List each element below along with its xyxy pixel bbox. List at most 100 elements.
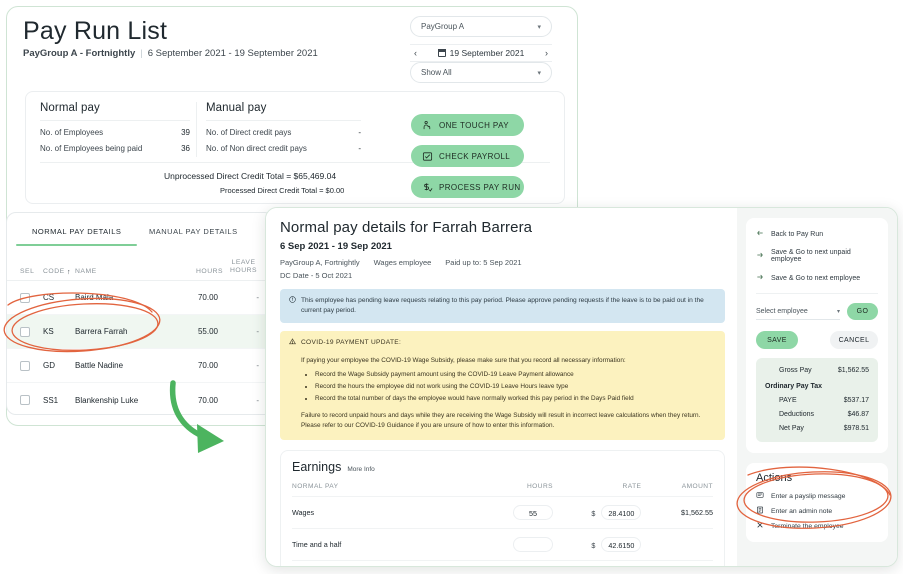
go-button[interactable]: GO: [847, 303, 878, 320]
process-pay-run-label: PROCESS PAY RUN: [439, 182, 521, 192]
sidebar-separator: [756, 293, 878, 294]
net-pay-label: Net Pay: [779, 425, 804, 432]
action-label: Enter an admin note: [771, 507, 833, 515]
row-checkbox[interactable]: [20, 326, 30, 337]
page-subtitle: PayGroup A - Fortnightly | 6 September 202…: [23, 48, 318, 59]
earnings-header: Earnings More Info: [292, 460, 713, 474]
paye-row: PAYE $537.17: [765, 397, 869, 404]
paye-value: $537.17: [843, 397, 869, 404]
rate-input[interactable]: 42.6150: [601, 536, 642, 552]
arrow-left-icon: [756, 229, 764, 239]
gross-pay-label: Gross Pay: [779, 367, 812, 374]
earnings-row-hours-cell: [489, 528, 553, 561]
actions-card: Actions Enter a payslip message Enter an…: [746, 463, 888, 542]
show-filter-value: Show All: [421, 68, 452, 77]
warning-list-item: Record the Wage Subsidy payment amount u…: [315, 370, 716, 380]
info-icon: [289, 296, 296, 316]
earnings-more-info-link[interactable]: More Info: [347, 466, 374, 473]
warning-intro: If paying your employee the COVID-19 Wag…: [301, 357, 626, 364]
enter-payslip-message-action[interactable]: Enter a payslip message: [756, 491, 878, 501]
column-header-leave-hours: LEAVE HOURS: [230, 259, 257, 275]
row-hours: 70.00: [197, 395, 218, 405]
rate-input[interactable]: 28.4100: [601, 504, 642, 520]
date-value: 19 September 2021: [449, 48, 525, 58]
earnings-row-amount: [641, 528, 713, 561]
column-header-hours: HOURS: [196, 268, 224, 275]
save-next-employee-link[interactable]: Save & Go to next employee: [756, 273, 878, 283]
earnings-row-hours-cell: 55: [489, 496, 553, 529]
back-to-pay-run-link[interactable]: Back to Pay Run: [756, 229, 878, 239]
subtitle-paygroup: PayGroup A - Fortnightly: [23, 48, 136, 59]
enter-admin-note-action[interactable]: Enter an admin note: [756, 506, 878, 516]
net-pay-row: Net Pay $978.51: [765, 425, 869, 432]
totals-spacer: [765, 404, 869, 411]
row-value: -: [358, 128, 361, 137]
table-row[interactable]: CS Baird Maia 70.00 -: [7, 281, 273, 315]
column-header-code[interactable]: CODE: [43, 268, 65, 275]
pending-leave-info-banner: This employee has pending leave requests…: [280, 289, 725, 323]
warning-list-item: Record the hours the employee did not wo…: [315, 382, 716, 392]
row-value: 36: [181, 144, 190, 153]
prev-period-button[interactable]: ‹: [410, 48, 421, 58]
select-employee-row: Select employee ▾ GO: [756, 303, 878, 320]
hours-input[interactable]: [513, 536, 553, 552]
next-period-button[interactable]: ›: [541, 48, 552, 58]
meta-paid-up-to: Paid up to: 5 Sep 2021: [445, 258, 522, 267]
detail-main-column: Normal pay details for Farrah Barrera 6 …: [266, 208, 739, 566]
column-header-amount: AMOUNT: [641, 482, 713, 497]
detail-dc-date: DC Date - 5 Oct 2021: [280, 271, 353, 280]
gross-pay-value: $1,562.55: [837, 367, 869, 374]
row-value: -: [358, 144, 361, 153]
column-header-sel: SEL: [20, 268, 35, 275]
show-filter-select[interactable]: Show All ▾: [410, 62, 552, 83]
hours-input[interactable]: 55: [513, 504, 553, 520]
row-checkbox[interactable]: [20, 395, 30, 405]
page-title: Pay Run List: [23, 17, 168, 45]
terminate-employee-action[interactable]: Terminate the employee: [756, 521, 878, 531]
table-row[interactable]: GD Battle Nadine 70.00 -: [7, 349, 273, 383]
currency-symbol: $: [591, 508, 596, 518]
pay-details-tabs: NORMAL PAY DETAILS MANUAL PAY DETAILS: [7, 221, 273, 249]
check-payroll-button[interactable]: CHECK PAYROLL: [411, 145, 524, 167]
date-display: 19 September 2021: [437, 48, 525, 58]
check-payroll-label: CHECK PAYROLL: [439, 151, 511, 161]
earnings-title: Earnings: [292, 459, 342, 474]
one-touch-pay-button[interactable]: ONE TOUCH PAY: [411, 114, 524, 136]
process-pay-run-button[interactable]: PROCESS PAY RUN: [411, 176, 524, 198]
warning-title-row: COVID-19 PAYMENT UPDATE:: [289, 338, 716, 349]
manual-pay-heading: Manual pay: [206, 102, 361, 121]
pay-list-header: SEL CODE ↑ NAME HOURS LEAVE HOURS: [7, 255, 273, 281]
arrow-right-icon: [756, 273, 764, 283]
cancel-button[interactable]: CANCEL: [830, 331, 878, 349]
detail-period: 6 Sep 2021 - 19 Sep 2021: [280, 241, 392, 252]
arrow-right-icon: [756, 251, 764, 261]
table-row[interactable]: KS Barrera Farrah 55.00 -: [7, 315, 273, 349]
row-hours: 70.00: [197, 293, 218, 302]
tab-manual-pay-details[interactable]: MANUAL PAY DETAILS: [149, 227, 238, 236]
chevron-down-icon: ▾: [537, 23, 541, 31]
row-code: GD: [43, 361, 55, 370]
row-leave-hours: -: [256, 395, 259, 405]
save-button[interactable]: SAVE: [756, 331, 798, 349]
totals-spacer: [765, 418, 869, 425]
tab-normal-pay-details[interactable]: NORMAL PAY DETAILS: [15, 227, 138, 246]
earnings-table: NORMAL PAY HOURS RATE AMOUNT Wages 55 $ …: [292, 482, 713, 561]
select-employee-dropdown[interactable]: Select employee ▾: [756, 304, 840, 320]
table-row[interactable]: SS1 Blankenship Luke 70.00 -: [7, 383, 273, 414]
deductions-label: Deductions: [779, 411, 815, 418]
subtitle-range: 6 September 2021 - 19 September 2021: [147, 48, 318, 59]
leave-hours-line2: HOURS: [230, 267, 258, 274]
warning-list: Record the Wage Subsidy payment amount u…: [289, 370, 716, 404]
sort-ascending-icon[interactable]: ↑: [67, 269, 71, 276]
column-header-rate: RATE: [553, 482, 642, 497]
app-root: Pay Run List PayGroup A - Fortnightly | 6 …: [0, 0, 903, 574]
column-header-name[interactable]: NAME: [75, 268, 97, 275]
message-icon: [756, 491, 764, 501]
processed-direct-credit-total: Processed Direct Credit Total = $0.00: [220, 186, 345, 195]
row-checkbox[interactable]: [20, 292, 30, 303]
row-checkbox[interactable]: [20, 360, 30, 371]
unprocessed-direct-credit-total: Unprocessed Direct Credit Total = $65,46…: [164, 171, 337, 181]
save-next-unpaid-employee-link[interactable]: Save & Go to next unpaid employee: [756, 249, 878, 263]
paygroup-select[interactable]: PayGroup A ▾: [410, 16, 552, 37]
detail-meta: PayGroup A, Fortnightly Wages employee P…: [280, 258, 725, 267]
